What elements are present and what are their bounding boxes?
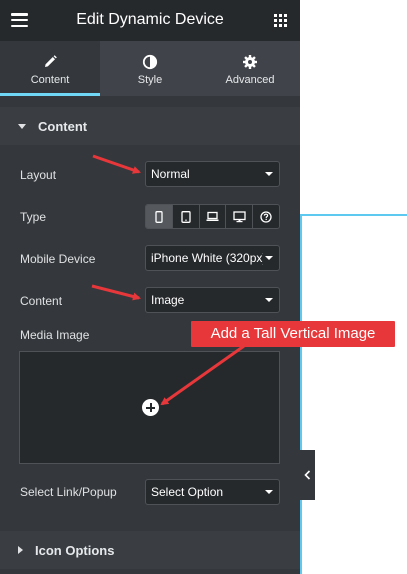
chevron-left-icon	[304, 470, 311, 480]
preview-widget-border-top	[300, 214, 407, 216]
tab-style[interactable]: Style	[100, 41, 200, 96]
collapse-panel-button[interactable]	[300, 450, 315, 500]
mobile-device-label: Mobile Device	[20, 252, 96, 266]
section-icon-options-header[interactable]: Icon Options	[0, 531, 300, 569]
laptop-icon	[206, 211, 219, 221]
gear-icon	[242, 54, 258, 70]
chevron-down-icon	[265, 256, 273, 260]
panel-tabs: Content Style Advanced	[0, 41, 300, 96]
media-image-label: Media Image	[20, 328, 90, 342]
tab-style-label: Style	[137, 74, 163, 86]
grid-apps-icon[interactable]	[274, 14, 287, 27]
section-icon-options-title: Icon Options	[35, 542, 115, 558]
content-type-select-value: Image	[151, 293, 185, 307]
device-desktop-button[interactable]	[226, 205, 254, 228]
desktop-icon	[233, 210, 246, 222]
contrast-icon	[142, 54, 158, 70]
caret-down-icon	[18, 123, 26, 129]
device-mobile-button[interactable]	[146, 205, 173, 228]
preview-widget-border-left	[300, 214, 302, 574]
tab-advanced[interactable]: Advanced	[200, 41, 300, 96]
mobile-icon	[155, 210, 163, 223]
panel-spacer	[0, 96, 300, 106]
device-tablet-button[interactable]	[172, 205, 200, 228]
chevron-down-icon	[265, 298, 273, 302]
media-image-dropzone[interactable]	[19, 351, 280, 464]
question-circle-icon	[260, 210, 272, 223]
chevron-down-icon	[265, 490, 273, 494]
select-link-label: Select Link/Popup	[20, 485, 117, 499]
editor-screen: Edit Dynamic Device Content Style Advanc…	[0, 0, 407, 574]
pencil-icon	[42, 54, 58, 70]
editor-panel: Edit Dynamic Device Content Style Advanc…	[0, 0, 300, 574]
content-type-select[interactable]: Image	[145, 287, 280, 313]
layout-label: Layout	[20, 168, 57, 182]
add-image-plus-icon[interactable]	[142, 399, 159, 416]
device-laptop-button[interactable]	[199, 205, 227, 228]
caret-right-icon	[18, 546, 23, 554]
select-link-select[interactable]: Select Option	[145, 479, 280, 505]
tab-advanced-label: Advanced	[225, 74, 275, 86]
layout-select[interactable]: Normal	[145, 161, 280, 187]
panel-title: Edit Dynamic Device	[76, 11, 224, 28]
panel-header: Edit Dynamic Device	[0, 0, 300, 41]
tab-content[interactable]: Content	[0, 41, 100, 96]
device-type-switcher	[145, 204, 280, 229]
chevron-down-icon	[265, 172, 273, 176]
content-type-label: Content	[20, 294, 63, 308]
tablet-icon	[181, 210, 191, 223]
select-link-select-value: Select Option	[151, 485, 224, 499]
mobile-device-select[interactable]: iPhone White (320px)	[145, 245, 280, 271]
annotation-callout: Add a Tall Vertical Image	[191, 321, 395, 347]
preview-canvas[interactable]	[300, 0, 407, 574]
mobile-device-select-value: iPhone White (320px)	[151, 251, 263, 265]
device-other-button[interactable]	[253, 205, 279, 228]
section-content-title: Content	[38, 118, 88, 134]
layout-select-value: Normal	[151, 167, 190, 181]
section-content-header[interactable]: Content	[0, 107, 300, 145]
tab-content-label: Content	[30, 74, 70, 86]
type-label: Type	[20, 210, 47, 224]
